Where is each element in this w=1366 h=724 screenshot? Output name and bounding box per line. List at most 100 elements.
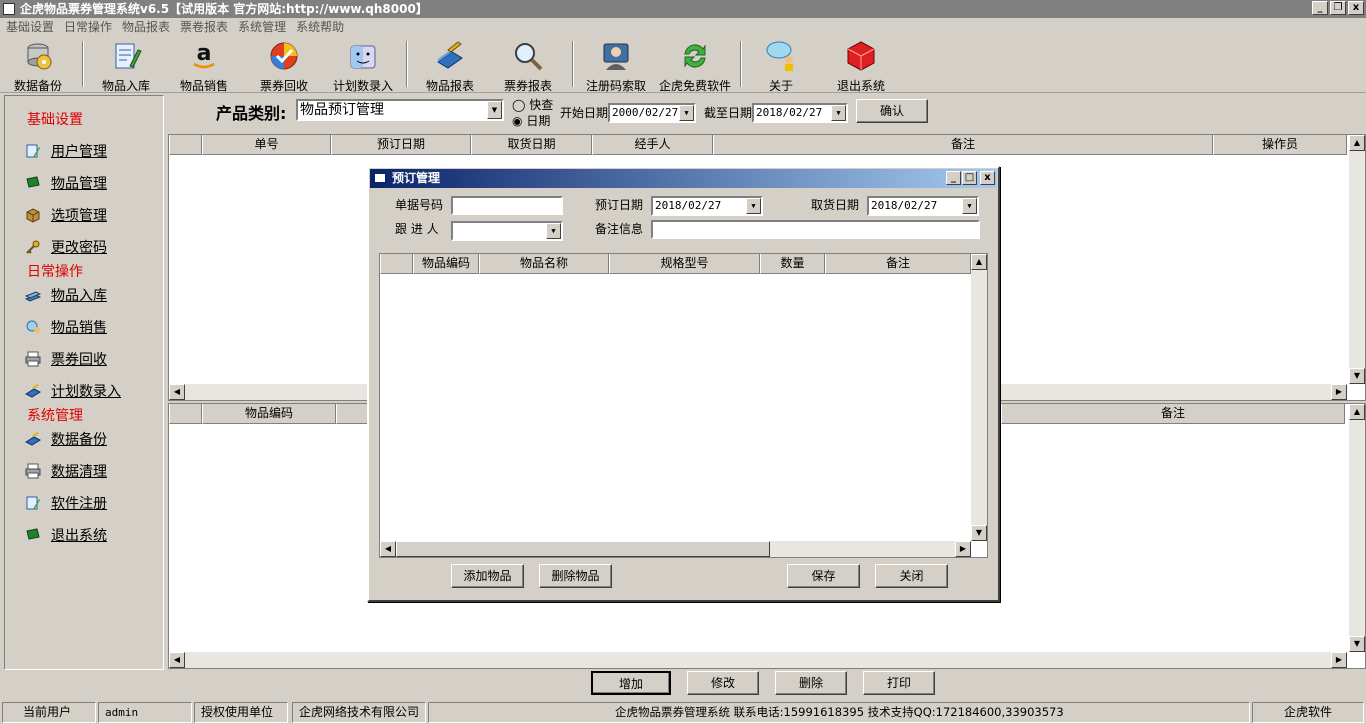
sidebar-item-label: 更改密码	[51, 240, 107, 256]
toolbar-stock-in-button[interactable]: 物品入库	[98, 40, 154, 94]
confirm-button[interactable]: 确认	[856, 99, 928, 123]
radio-quick[interactable]: ◯ 快查	[512, 96, 553, 113]
toolbar-exit-button[interactable]: 退出系统	[834, 40, 888, 94]
toolbar-ticket-report-button[interactable]: 票券报表	[500, 40, 556, 94]
col-header[interactable]: 备注	[713, 135, 1213, 155]
col-header[interactable]: 备注	[825, 254, 971, 274]
toolbar-ticket-recycle-button[interactable]: 票券回收	[256, 40, 312, 94]
start-date-picker[interactable]: 2000/02/27 ▼	[608, 103, 696, 123]
close-button[interactable]: x	[1348, 1, 1364, 15]
col-header[interactable]: 取货日期	[471, 135, 592, 155]
scroll-left-icon[interactable]: ◀	[169, 384, 185, 400]
chevron-down-icon[interactable]: ▼	[831, 105, 846, 121]
dialog-minimize-button[interactable]: _	[946, 171, 961, 185]
menu-ticket-report[interactable]: 票卷报表	[176, 18, 234, 37]
sidebar-item-exit[interactable]: 退出系统	[25, 525, 107, 545]
menu-system[interactable]: 系统管理	[234, 18, 292, 37]
chevron-down-icon[interactable]: ▼	[679, 105, 694, 121]
col-header[interactable]: 物品编码	[202, 404, 336, 424]
pickup-date-picker[interactable]: 2018/02/27 ▼	[867, 196, 979, 216]
col-header[interactable]: 预订日期	[331, 135, 471, 155]
scroll-down-icon[interactable]: ▼	[971, 525, 987, 541]
edit-button[interactable]: 修改	[687, 671, 759, 695]
toolbar-free-software-button[interactable]: 企虎免费软件	[656, 40, 734, 94]
category-value: 物品预订管理	[300, 102, 384, 118]
follower-select[interactable]: ▼	[451, 221, 563, 241]
scroll-left-icon[interactable]: ◀	[380, 541, 396, 557]
scroll-left-icon[interactable]: ◀	[169, 652, 185, 668]
sidebar-section-daily: 日常操作	[27, 264, 83, 280]
menu-basic-settings[interactable]: 基础设置	[2, 18, 60, 37]
scroll-up-icon[interactable]: ▲	[1349, 135, 1365, 151]
col-header[interactable]: 规格型号	[609, 254, 760, 274]
scroll-thumb[interactable]	[396, 541, 770, 557]
scroll-up-icon[interactable]: ▲	[971, 254, 987, 270]
chevron-down-icon[interactable]: ▼	[546, 223, 561, 239]
sidebar-item-option-management[interactable]: 选项管理	[25, 205, 107, 225]
delete-button[interactable]: 删除	[775, 671, 847, 695]
sidebar-item-ticket-recycle[interactable]: 票券回收	[25, 349, 107, 369]
pickup-date-label: 取货日期	[811, 198, 860, 212]
sidebar-item-user-management[interactable]: 用户管理	[25, 141, 107, 161]
col-header[interactable]: 经手人	[592, 135, 713, 155]
toolbar-sales-button[interactable]: a 物品销售	[176, 40, 232, 94]
sidebar-item-label: 数据清理	[51, 464, 107, 480]
dialog-maximize-button[interactable]: □	[962, 171, 977, 185]
radio-date[interactable]: ◉ 日期	[512, 112, 550, 129]
menu-help[interactable]: 系统帮助	[292, 18, 350, 37]
sidebar-item-data-cleanup[interactable]: 数据清理	[25, 461, 107, 481]
menu-daily-ops[interactable]: 日常操作	[60, 18, 118, 37]
sidebar-item-item-management[interactable]: 物品管理	[25, 173, 107, 193]
scroll-up-icon[interactable]: ▲	[1349, 404, 1365, 420]
chevron-down-icon[interactable]: ▼	[487, 101, 502, 119]
add-button[interactable]: 增加	[591, 671, 671, 695]
col-header[interactable]: 操作员	[1213, 135, 1347, 155]
category-select[interactable]: 物品预订管理 ▼	[296, 99, 504, 121]
col-header[interactable]: 备注	[1001, 404, 1345, 424]
remark-input[interactable]	[651, 220, 980, 239]
add-item-button[interactable]: 添加物品	[451, 564, 524, 588]
scroll-right-icon[interactable]: ▶	[955, 541, 971, 557]
menu-item-report[interactable]: 物品报表	[118, 18, 176, 37]
chevron-down-icon[interactable]: ▼	[962, 198, 977, 214]
toolbar-plan-entry-button[interactable]: 计划数录入	[330, 40, 396, 94]
col-header[interactable]: 物品名称	[479, 254, 609, 274]
sidebar-item-data-backup[interactable]: 数据备份	[25, 429, 107, 449]
end-date-picker[interactable]: 2018/02/27 ▼	[752, 103, 848, 123]
brand-label: 企虎软件	[1252, 702, 1364, 723]
sidebar-item-stock-in[interactable]: 物品入库	[25, 285, 107, 305]
chevron-down-icon[interactable]: ▼	[746, 198, 761, 214]
restore-button[interactable]: ❐	[1330, 1, 1346, 15]
scroll-down-icon[interactable]: ▼	[1349, 636, 1365, 652]
print-button[interactable]: 打印	[863, 671, 935, 695]
sidebar-item-change-password[interactable]: 更改密码	[25, 237, 107, 257]
scroll-down-icon[interactable]: ▼	[1349, 368, 1365, 384]
toolbar-about-button[interactable]: 关于	[758, 40, 804, 94]
vertical-scrollbar[interactable]: ▲ ▼	[1349, 135, 1365, 384]
col-header[interactable]: 物品编码	[413, 254, 479, 274]
dialog-item-grid[interactable]: 物品编码 物品名称 规格型号 数量 备注 ▲ ▼ ◀ ▶	[379, 253, 988, 558]
dialog-close-action-button[interactable]: 关闭	[875, 564, 948, 588]
toolbar-item-report-button[interactable]: 物品报表	[422, 40, 478, 94]
vertical-scrollbar[interactable]: ▲ ▼	[1349, 404, 1365, 652]
vertical-scrollbar[interactable]: ▲ ▼	[971, 254, 987, 541]
minimize-button[interactable]: _	[1312, 1, 1328, 15]
sidebar-item-plan-entry[interactable]: 计划数录入	[25, 381, 121, 401]
save-button[interactable]: 保存	[787, 564, 860, 588]
dialog-close-button[interactable]: x	[980, 171, 995, 185]
sidebar-item-software-register[interactable]: 软件注册	[25, 493, 107, 513]
scroll-right-icon[interactable]: ▶	[1331, 652, 1347, 668]
col-header[interactable]: 数量	[760, 254, 825, 274]
dialog-title-bar[interactable]: 预订管理 _ □ x	[370, 169, 997, 188]
horizontal-scrollbar[interactable]: ◀ ▶	[380, 541, 971, 557]
col-header[interactable]: 单号	[202, 135, 331, 155]
scroll-right-icon[interactable]: ▶	[1331, 384, 1347, 400]
toolbar-separator	[572, 41, 574, 87]
horizontal-scrollbar[interactable]: ◀ ▶	[169, 652, 1347, 668]
toolbar-register-code-button[interactable]: 注册码索取	[584, 40, 648, 94]
toolbar-backup-button[interactable]: 数据备份	[10, 40, 66, 94]
delete-item-button[interactable]: 删除物品	[539, 564, 612, 588]
doc-no-input[interactable]	[451, 196, 563, 215]
order-date-picker[interactable]: 2018/02/27 ▼	[651, 196, 763, 216]
sidebar-item-sales[interactable]: 物品销售	[25, 317, 107, 337]
